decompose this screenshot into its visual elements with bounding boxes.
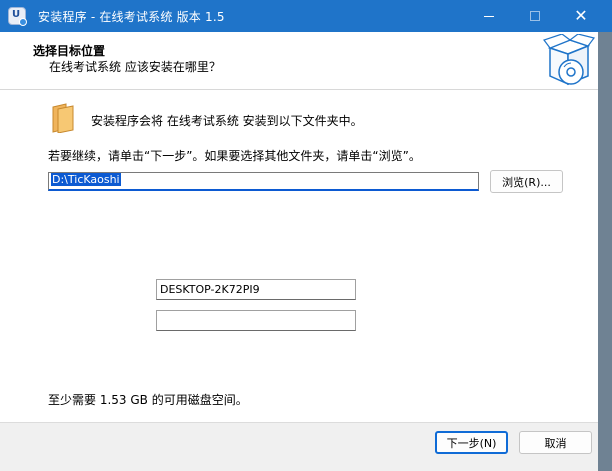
background-window-edge [598,32,612,471]
maximize-button[interactable] [512,0,558,32]
minimize-icon [484,15,494,17]
close-icon: ✕ [574,6,588,25]
browse-button[interactable]: 浏览(R)... [490,170,563,193]
title-bar: U 安装程序 - 在线考试系统 版本 1.5 ✕ [0,0,612,32]
next-button[interactable]: 下一步(N) [435,431,508,454]
disk-space-text: 至少需要 1.53 GB 的可用磁盘空间。 [48,393,248,407]
app-icon: U [8,7,27,26]
app-icon-glyph: U [12,9,21,20]
secondary-field[interactable] [156,310,356,331]
minimize-button[interactable] [466,0,512,32]
gear-badge-icon [19,18,27,26]
wizard-footer: 下一步(N) 取消 [0,422,598,471]
maximize-icon [530,11,540,21]
install-path-value: D:\TicKaoshi [51,173,121,186]
instruction-text: 若要继续，请单击“下一步”。如果要选择其他文件夹，请单击“浏览”。 [48,149,421,163]
window-title: 安装程序 - 在线考试系统 版本 1.5 [38,10,225,24]
close-button[interactable]: ✕ [558,0,604,32]
intro-text: 安装程序会将 在线考试系统 安装到以下文件夹中。 [91,114,363,128]
cancel-button[interactable]: 取消 [519,431,592,454]
install-path-input[interactable]: D:\TicKaoshi [48,172,479,191]
folder-icon [52,103,74,133]
page-subtitle: 在线考试系统 应该安装在哪里？ [49,60,221,74]
computer-name-field[interactable]: DESKTOP-2K72PI9 [156,279,356,300]
wizard-header: 选择目标位置 在线考试系统 应该安装在哪里？ [0,32,598,90]
install-box-icon [543,34,596,86]
page-title: 选择目标位置 [33,44,106,58]
